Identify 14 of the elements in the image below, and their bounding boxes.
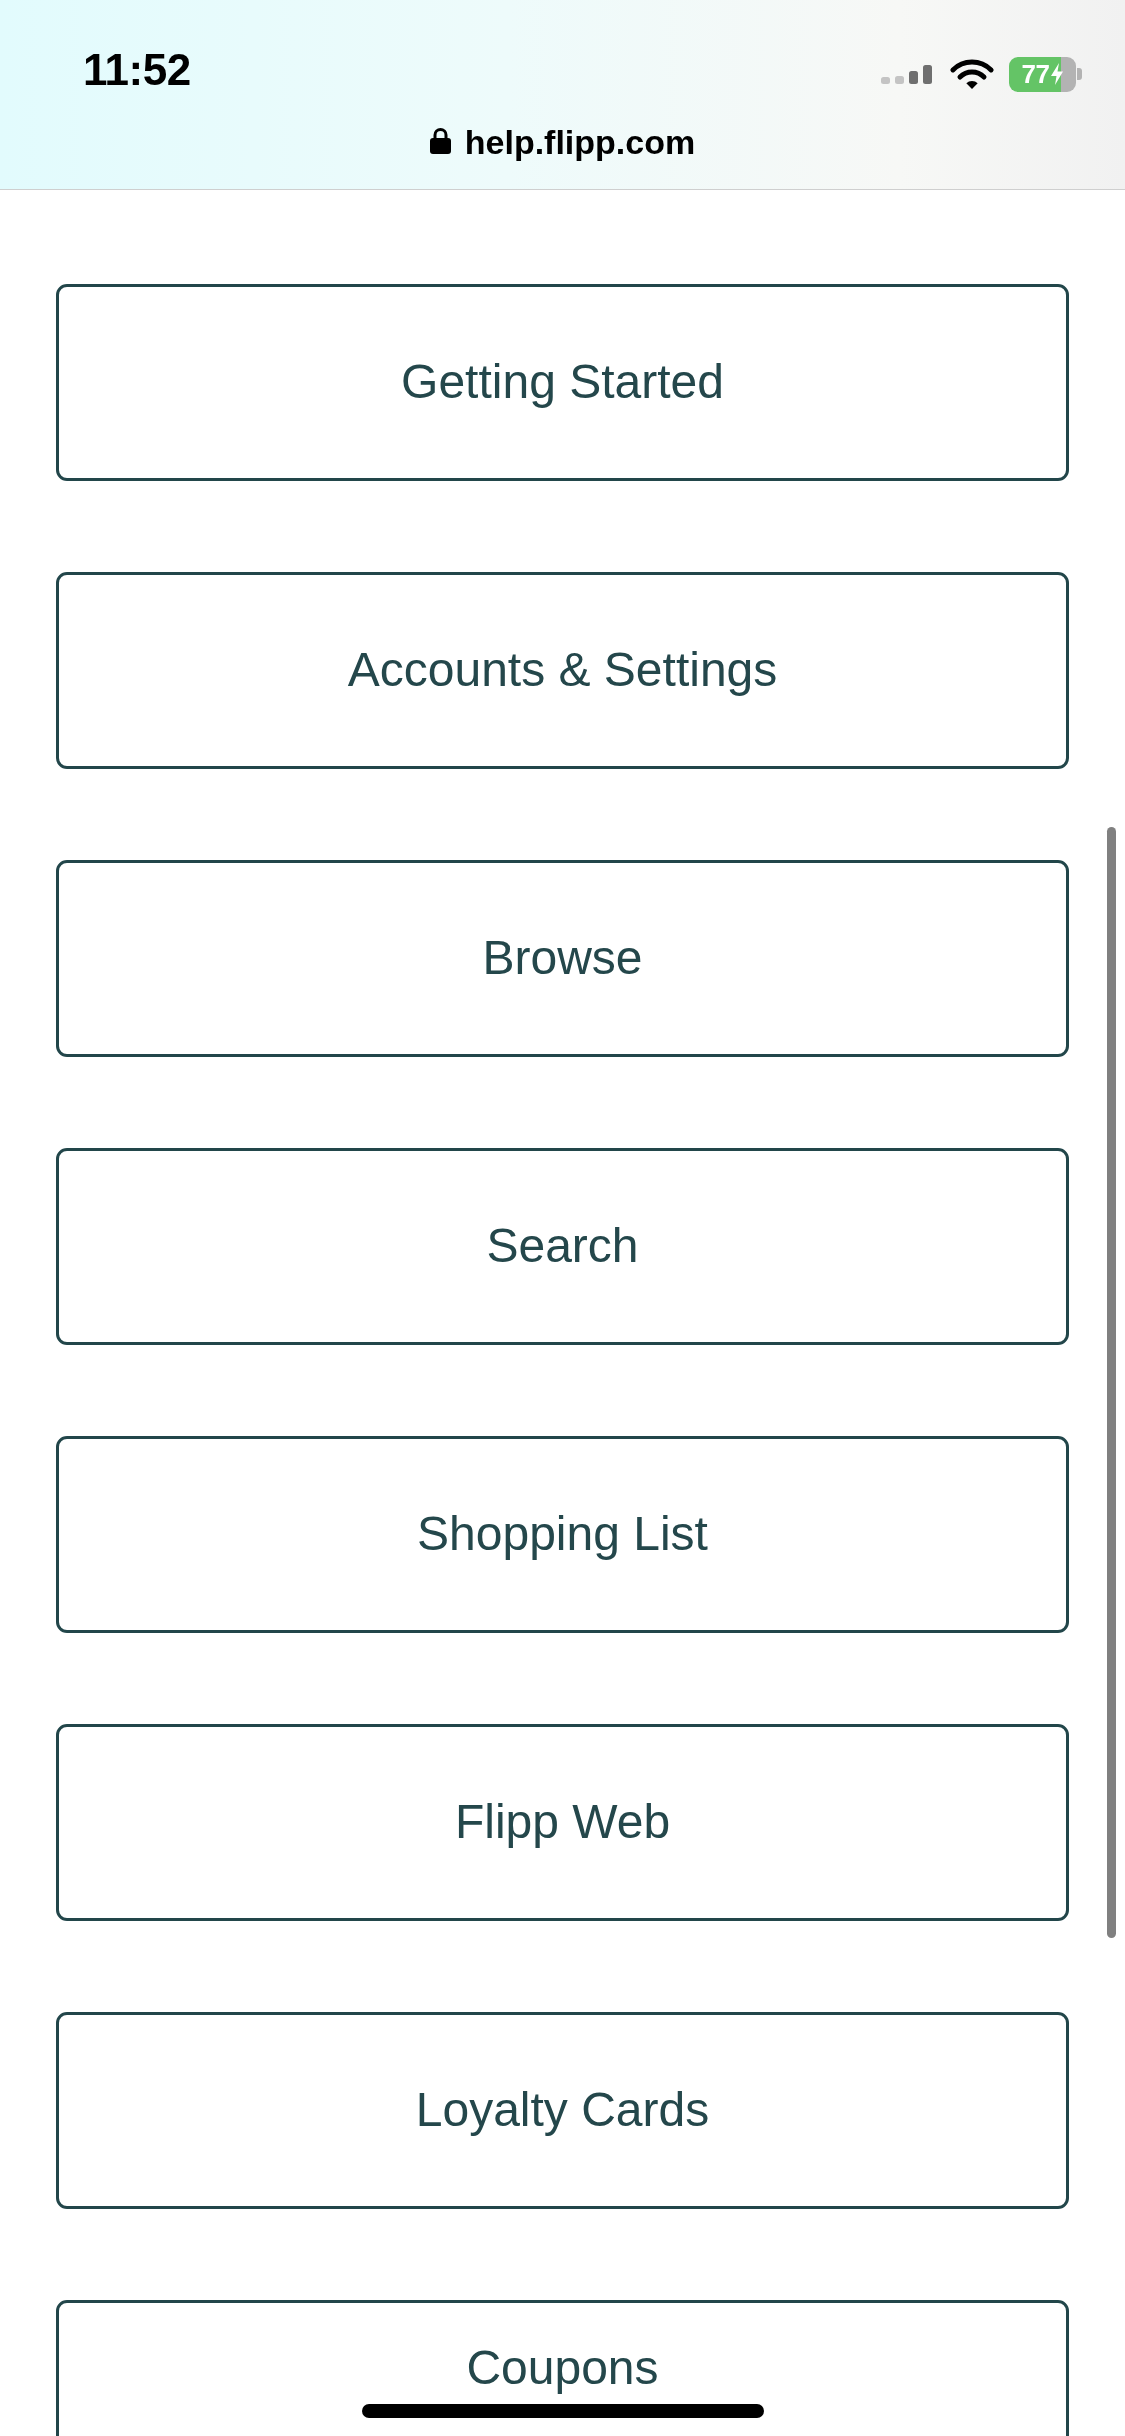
battery-percentage: 77 bbox=[1021, 58, 1050, 90]
cellular-signal-icon bbox=[881, 64, 933, 84]
category-button[interactable]: Flipp Web bbox=[56, 1724, 1069, 1921]
category-button[interactable]: Browse bbox=[56, 860, 1069, 1057]
status-time: 11:52 bbox=[83, 45, 191, 95]
battery-cap-icon bbox=[1077, 68, 1082, 80]
category-button[interactable]: Loyalty Cards bbox=[56, 2012, 1069, 2209]
category-button[interactable]: Coupons bbox=[56, 2300, 1069, 2436]
address-url[interactable]: help.flipp.com bbox=[464, 122, 696, 162]
category-button[interactable]: Shopping List bbox=[56, 1436, 1069, 1633]
wifi-icon bbox=[949, 58, 995, 90]
category-button[interactable]: Search bbox=[56, 1148, 1069, 1345]
category-button[interactable]: Accounts & Settings bbox=[56, 572, 1069, 769]
category-button[interactable]: Getting Started bbox=[56, 284, 1069, 481]
